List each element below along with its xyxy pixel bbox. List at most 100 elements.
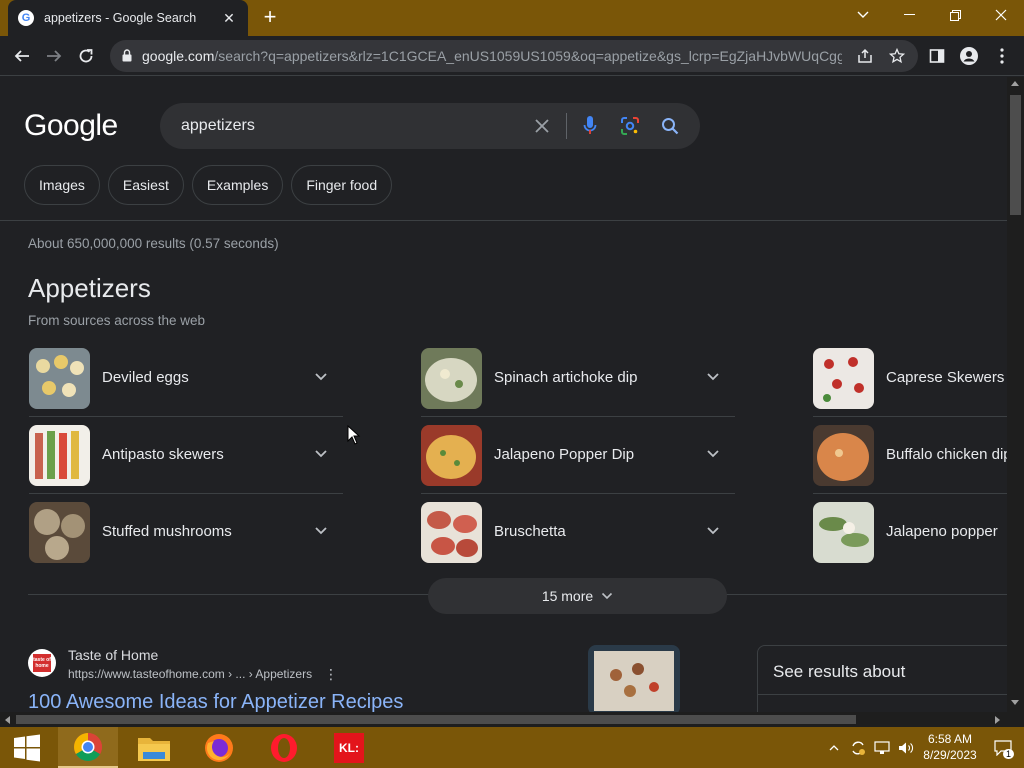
address-url[interactable]: google.com/search?q=appetizers&rlz=1C1GC… <box>142 48 842 64</box>
item-label: Antipasto skewers <box>102 446 224 463</box>
item-label: Spinach artichoke dip <box>494 369 638 386</box>
list-item[interactable]: Jalapeno popper <box>813 494 1007 571</box>
system-clock[interactable]: 6:58 AM 8/29/2023 <box>918 731 982 763</box>
list-item[interactable]: Spinach artichoke dip <box>421 340 735 417</box>
chip-images[interactable]: Images <box>24 165 100 205</box>
scroll-right-arrow-icon[interactable] <box>995 716 1000 724</box>
search-divider <box>566 113 567 139</box>
list-item[interactable]: Caprese Skewers <box>813 340 1007 417</box>
chip-finger-food[interactable]: Finger food <box>291 165 393 205</box>
horizontal-scrollbar[interactable] <box>0 712 1007 727</box>
list-item[interactable]: Bruschetta <box>421 494 735 571</box>
result-more-options-icon[interactable]: ⋮ <box>324 666 338 683</box>
notification-count-badge: 1 <box>1003 749 1015 759</box>
item-label: Stuffed mushrooms <box>102 523 232 540</box>
chevron-down-icon <box>602 592 613 600</box>
chip-easiest[interactable]: Easiest <box>107 165 184 205</box>
tab-title: appetizers - Google Search <box>44 11 197 25</box>
kl-app-icon[interactable]: KL: <box>319 727 379 768</box>
results-stats: About 650,000,000 results (0.57 seconds) <box>28 236 279 251</box>
show-more-button[interactable]: 15 more <box>428 578 727 614</box>
site-favicon: taste of home <box>28 649 56 677</box>
scroll-left-arrow-icon[interactable] <box>5 716 10 724</box>
search-submit-icon[interactable] <box>660 116 680 136</box>
address-bar[interactable]: google.com/search?q=appetizers&rlz=1C1GC… <box>110 40 918 72</box>
result-title-link[interactable]: 100 Awesome Ideas for Appetizer Recipes <box>28 691 403 712</box>
list-item[interactable]: Deviled eggs <box>29 340 343 417</box>
search-input[interactable]: appetizers <box>181 117 255 135</box>
chevron-down-icon[interactable] <box>705 522 721 538</box>
voice-search-mic-icon[interactable] <box>580 116 600 136</box>
restore-button[interactable] <box>932 0 978 30</box>
opera-icon[interactable] <box>254 727 314 768</box>
kl-app-label: KL: <box>334 732 364 763</box>
windows-start-icon[interactable] <box>0 727 54 768</box>
thumbnail-image <box>29 425 90 486</box>
lock-icon <box>122 49 132 62</box>
chevron-down-icon[interactable] <box>313 445 329 461</box>
scrollbar-corner <box>1007 712 1024 727</box>
bookmark-star-icon[interactable] <box>888 47 906 65</box>
chrome-taskbar-icon[interactable] <box>58 727 118 768</box>
chevron-down-icon[interactable] <box>705 445 721 461</box>
close-window-button[interactable] <box>978 0 1024 30</box>
item-label: Caprese Skewers <box>886 369 1005 386</box>
side-panel-icon[interactable] <box>927 46 947 66</box>
url-path: /search?q=appetizers&rlz=1C1GCEA_enUS105… <box>214 48 842 64</box>
chevron-down-icon[interactable] <box>313 368 329 384</box>
scroll-up-arrow-icon[interactable] <box>1011 81 1019 86</box>
firefox-icon[interactable] <box>189 727 249 768</box>
notifications-icon[interactable]: 1 <box>990 727 1016 768</box>
reload-button[interactable] <box>72 42 100 70</box>
result-site-name[interactable]: Taste of Home <box>68 647 158 663</box>
clear-search-icon[interactable] <box>532 116 552 136</box>
clock-time: 6:58 AM <box>927 732 973 746</box>
windows-taskbar: KL: 6:58 AM 8/29/2023 1 <box>0 727 1024 768</box>
list-item[interactable]: Antipasto skewers <box>29 417 343 494</box>
share-icon[interactable] <box>856 47 874 65</box>
minimize-button[interactable] <box>886 0 932 30</box>
list-item[interactable]: Buffalo chicken dip <box>813 417 1007 494</box>
tab-close-icon[interactable]: ✕ <box>220 10 238 27</box>
back-button[interactable] <box>8 42 36 70</box>
network-icon[interactable] <box>872 727 892 768</box>
section-title: Appetizers <box>28 273 151 303</box>
thumbnail-image <box>29 502 90 563</box>
chevron-down-icon[interactable] <box>313 522 329 538</box>
item-label: Bruschetta <box>494 523 566 540</box>
google-logo[interactable]: Google <box>24 109 118 143</box>
thumbnail-image <box>421 348 482 409</box>
search-box[interactable]: appetizers <box>160 103 700 149</box>
vertical-scroll-thumb[interactable] <box>1010 95 1021 215</box>
list-item[interactable]: Jalapeno Popper Dip <box>421 417 735 494</box>
new-tab-button[interactable]: + <box>258 6 282 30</box>
file-explorer-icon[interactable] <box>124 727 184 768</box>
thumbnail-image <box>29 348 90 409</box>
profile-icon[interactable] <box>959 46 979 66</box>
scroll-down-arrow-icon[interactable] <box>1011 700 1019 705</box>
result-thumbnail[interactable] <box>588 645 680 712</box>
google-lens-icon[interactable] <box>620 116 640 136</box>
google-favicon-icon: G <box>18 10 34 26</box>
section-subtitle: From sources across the web <box>28 313 206 328</box>
show-hidden-icons-chevron[interactable] <box>826 727 842 768</box>
menu-kebab-icon[interactable] <box>992 46 1012 66</box>
side-panel-title: See results about <box>773 662 906 681</box>
show-more-label: 15 more <box>541 588 594 604</box>
result-url[interactable]: https://www.tasteofhome.com › ... › Appe… <box>68 667 312 681</box>
chip-examples[interactable]: Examples <box>191 165 284 205</box>
sync-icon[interactable] <box>848 727 868 768</box>
vertical-scrollbar[interactable] <box>1007 77 1024 712</box>
mouse-cursor-icon <box>347 425 361 445</box>
volume-icon[interactable] <box>896 727 916 768</box>
forward-button[interactable] <box>40 42 68 70</box>
browser-tab-active[interactable]: G appetizers - Google Search ✕ <box>8 0 248 36</box>
chevron-down-icon[interactable] <box>705 368 721 384</box>
filter-chips: Images Easiest Examples Finger food <box>24 165 393 205</box>
thumbnail-image <box>813 502 874 563</box>
tab-search-chevron-icon[interactable] <box>840 0 886 30</box>
horizontal-scroll-thumb[interactable] <box>16 715 856 724</box>
item-label: Deviled eggs <box>102 369 189 386</box>
header-divider <box>0 220 1007 221</box>
list-item[interactable]: Stuffed mushrooms <box>29 494 343 571</box>
